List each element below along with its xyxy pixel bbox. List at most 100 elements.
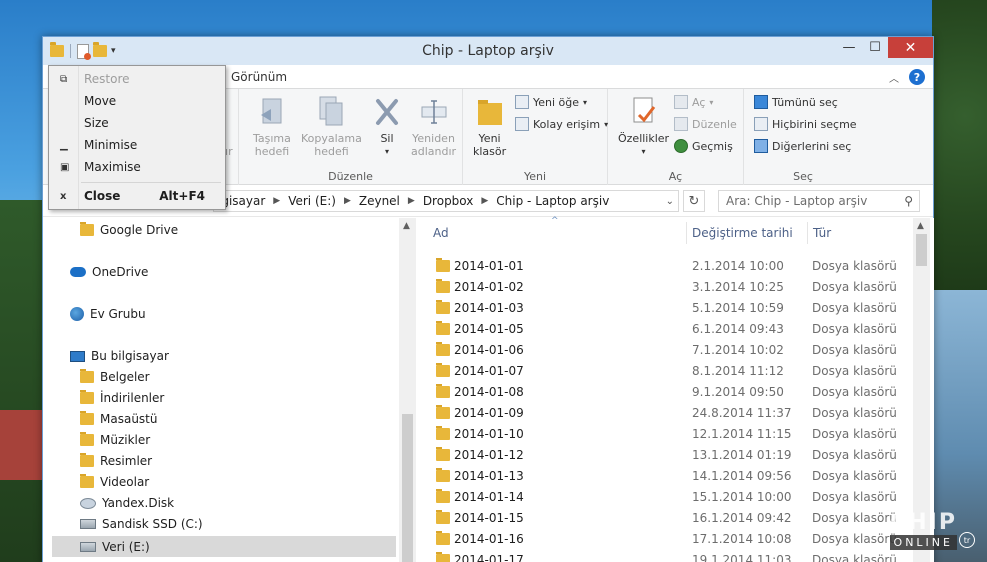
menu-item-maximise[interactable]: ▣ Maximise bbox=[49, 156, 225, 178]
delete-button[interactable]: Sil ▾ bbox=[372, 95, 402, 158]
copy-to-icon bbox=[319, 96, 343, 126]
menu-item-size[interactable]: Size bbox=[49, 112, 225, 134]
table-row[interactable]: 2014-01-14 15.1.2014 10:00 Dosya klasörü bbox=[434, 486, 912, 507]
table-row[interactable]: 2014-01-07 8.1.2014 11:12 Dosya klasörü bbox=[434, 360, 912, 381]
scrollbar-thumb[interactable] bbox=[402, 414, 413, 562]
nav-item-drive-e[interactable]: Veri (E:) bbox=[52, 536, 396, 557]
table-row[interactable]: 2014-01-16 17.1.2014 10:08 Dosya klasörü bbox=[434, 528, 912, 549]
scroll-up-icon[interactable]: ▲ bbox=[403, 221, 410, 231]
refresh-button[interactable]: ↻ bbox=[683, 190, 705, 212]
breadcrumb-chevron-icon[interactable]: ▶ bbox=[273, 196, 280, 206]
menu-item-label: Maximise bbox=[84, 160, 141, 174]
open-button[interactable]: Aç ▾ bbox=[674, 95, 713, 109]
minimize-button[interactable]: — bbox=[836, 37, 862, 58]
table-row[interactable]: 2014-01-06 7.1.2014 10:02 Dosya klasörü bbox=[434, 339, 912, 360]
search-input[interactable]: Ara: Chip - Laptop arşiv ⚲ bbox=[718, 190, 920, 212]
breadcrumb-item[interactable]: Veri (E:) bbox=[288, 194, 336, 208]
table-row[interactable]: 2014-01-17 19.1.2014 11:03 Dosya klasörü bbox=[434, 549, 912, 562]
folder-icon bbox=[436, 279, 450, 293]
nav-item-yandex-disk[interactable]: Yandex.Disk bbox=[80, 496, 174, 510]
maximize-button[interactable]: ☐ bbox=[862, 37, 888, 58]
open-label: Aç bbox=[692, 95, 706, 109]
table-row[interactable]: 2014-01-08 9.1.2014 09:50 Dosya klasörü bbox=[434, 381, 912, 402]
new-folder-button[interactable]: Yeni klasör bbox=[473, 95, 506, 158]
properties-dropdown-icon[interactable]: ▾ bbox=[642, 145, 646, 158]
help-icon[interactable]: ? bbox=[909, 69, 925, 85]
table-row[interactable]: 2014-01-01 2.1.2014 10:00 Dosya klasörü bbox=[434, 255, 912, 276]
properties-button[interactable]: Özellikler ▾ bbox=[618, 95, 669, 158]
nav-item-homegroup[interactable]: Ev Grubu bbox=[70, 307, 146, 321]
breadcrumb[interactable]: lgisayar ▶ Veri (E:) ▶ Zeynel ▶ Dropbox … bbox=[213, 190, 679, 212]
menu-item-restore[interactable]: ⧉ Restore bbox=[49, 68, 225, 90]
breadcrumb-item[interactable]: Zeynel bbox=[359, 194, 400, 208]
folder-icon bbox=[436, 363, 450, 377]
nav-item-label: Veri (E:) bbox=[102, 539, 150, 554]
history-button[interactable]: Geçmiş bbox=[674, 139, 733, 153]
file-date: 24.8.2014 11:37 bbox=[692, 405, 792, 420]
edit-button[interactable]: Düzenle bbox=[674, 117, 737, 131]
table-row[interactable]: 2014-01-09 24.8.2014 11:37 Dosya klasörü bbox=[434, 402, 912, 423]
breadcrumb-item[interactable]: Chip - Laptop arşiv bbox=[496, 194, 609, 208]
customize-toolbar-dropdown-icon[interactable]: ▾ bbox=[111, 46, 116, 56]
folder-icon bbox=[436, 258, 450, 272]
new-item-button[interactable]: Yeni öğe ▾ bbox=[515, 95, 587, 109]
menu-item-move[interactable]: Move bbox=[49, 90, 225, 112]
table-row[interactable]: 2014-01-13 14.1.2014 09:56 Dosya klasörü bbox=[434, 465, 912, 486]
column-divider[interactable] bbox=[686, 222, 687, 244]
address-history-dropdown-icon[interactable]: ⌄ bbox=[666, 196, 674, 207]
table-row[interactable]: 2014-01-12 13.1.2014 01:19 Dosya klasörü bbox=[434, 444, 912, 465]
breadcrumb-chevron-icon[interactable]: ▶ bbox=[344, 196, 351, 206]
easy-access-button[interactable]: Kolay erişim ▾ bbox=[515, 117, 608, 131]
nav-item-pictures[interactable]: Resimler bbox=[80, 453, 152, 468]
maximize-icon: ▣ bbox=[60, 161, 70, 173]
select-all-button[interactable]: Tümünü seç bbox=[754, 95, 838, 109]
tab-view[interactable]: Görünüm bbox=[231, 70, 287, 84]
table-row[interactable]: 2014-01-15 16.1.2014 09:42 Dosya klasörü bbox=[434, 507, 912, 528]
nav-item-label: Masaüstü bbox=[100, 412, 158, 426]
column-divider[interactable] bbox=[807, 222, 808, 244]
title-bar[interactable]: ▾ Chip - Laptop arşiv — ☐ ✕ bbox=[43, 37, 933, 65]
nav-scrollbar[interactable]: ▲ bbox=[399, 218, 416, 562]
breadcrumb-chevron-icon[interactable]: ▶ bbox=[481, 196, 488, 206]
move-to-button[interactable]: Taşıma hedefi bbox=[253, 95, 291, 158]
table-row[interactable]: 2014-01-03 5.1.2014 10:59 Dosya klasörü bbox=[434, 297, 912, 318]
properties-icon[interactable] bbox=[77, 43, 91, 60]
close-button[interactable]: ✕ bbox=[888, 37, 933, 58]
table-row[interactable]: 2014-01-10 12.1.2014 11:15 Dosya klasörü bbox=[434, 423, 912, 444]
menu-item-label: Size bbox=[84, 116, 109, 130]
folder-icon[interactable] bbox=[50, 42, 64, 57]
file-date: 6.1.2014 09:43 bbox=[692, 321, 784, 336]
menu-item-minimise[interactable]: ▁ Minimise bbox=[49, 134, 225, 156]
breadcrumb-chevron-icon[interactable]: ▶ bbox=[408, 196, 415, 206]
menu-item-close[interactable]: x Close Alt+F4 bbox=[49, 185, 225, 207]
nav-item-videos[interactable]: Videolar bbox=[80, 474, 149, 489]
nav-item-music[interactable]: Müzikler bbox=[80, 432, 150, 447]
breadcrumb-item[interactable]: Dropbox bbox=[423, 194, 474, 208]
nav-item-onedrive[interactable]: OneDrive bbox=[70, 265, 148, 279]
new-folder-icon[interactable] bbox=[93, 42, 107, 57]
nav-item-this-pc[interactable]: Bu bilgisayar bbox=[70, 349, 169, 363]
table-row[interactable]: 2014-01-05 6.1.2014 09:43 Dosya klasörü bbox=[434, 318, 912, 339]
nav-item-downloads[interactable]: İndirilenler bbox=[80, 390, 164, 405]
column-header-date[interactable]: Değiştirme tarihi bbox=[692, 226, 793, 240]
nav-item-drive-c[interactable]: Sandisk SSD (C:) bbox=[80, 517, 203, 531]
table-row[interactable]: 2014-01-02 3.1.2014 10:25 Dosya klasörü bbox=[434, 276, 912, 297]
invert-selection-button[interactable]: Diğerlerini seç bbox=[754, 139, 851, 153]
nav-item-google-drive[interactable]: Google Drive bbox=[80, 222, 178, 237]
copy-to-button[interactable]: Kopyalama hedefi bbox=[301, 95, 362, 158]
new-folder-icon bbox=[477, 100, 502, 125]
watermark-brand: CHIP bbox=[890, 510, 957, 535]
select-none-button[interactable]: Hiçbirini seçme bbox=[754, 117, 857, 131]
scrollbar-thumb[interactable] bbox=[916, 234, 927, 266]
column-header-name[interactable]: Ad bbox=[433, 226, 449, 240]
rename-button[interactable]: Yeniden adlandır bbox=[411, 95, 456, 158]
scroll-up-icon[interactable]: ▲ bbox=[917, 221, 924, 231]
collapse-ribbon-icon[interactable]: ︿ bbox=[889, 70, 899, 85]
column-header-type[interactable]: Tür bbox=[813, 226, 831, 240]
delete-dropdown-icon[interactable]: ▾ bbox=[385, 145, 389, 158]
file-name: 2014-01-02 bbox=[454, 279, 524, 294]
nav-item-desktop[interactable]: Masaüstü bbox=[80, 411, 158, 426]
nav-item-documents[interactable]: Belgeler bbox=[80, 369, 150, 384]
new-item-label: Yeni öğe bbox=[533, 95, 580, 109]
sort-ascending-icon: ^ bbox=[551, 216, 559, 226]
